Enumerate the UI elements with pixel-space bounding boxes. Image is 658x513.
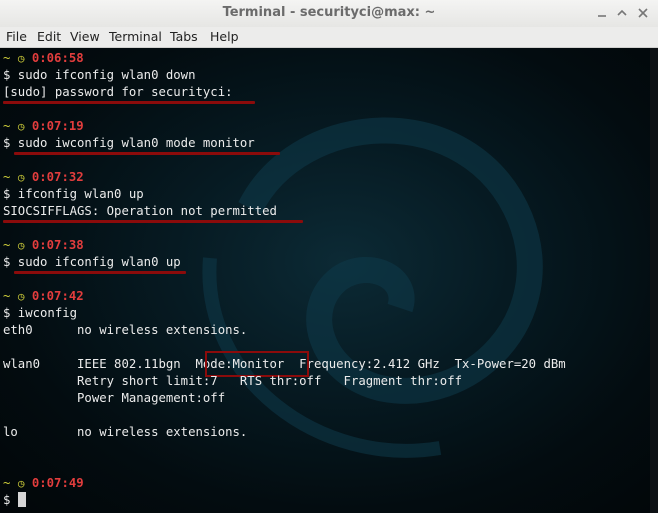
output-line: Power Management:off <box>3 391 226 405</box>
terminal-window: Terminal - securityci@max: ~ File Edit V… <box>0 0 658 513</box>
terminal-area[interactable]: ~ ◷ 0:06:58 $ sudo ifconfig wlan0 down [… <box>0 48 658 513</box>
prompt-line: ~ ◷ 0:07:49 <box>3 476 84 490</box>
highlight-underline <box>14 152 280 155</box>
maximize-icon[interactable] <box>614 5 630 21</box>
output-line: lo no wireless extensions. <box>3 425 248 439</box>
menu-help[interactable]: Help <box>210 29 239 44</box>
prompt-line: ~ ◷ 0:07:32 <box>3 170 84 184</box>
timestamp: 0:07:32 <box>31 170 84 184</box>
timestamp: 0:06:58 <box>31 51 84 65</box>
prompt-line: ~ ◷ 0:06:58 <box>3 51 84 65</box>
scrollbar[interactable] <box>650 48 658 513</box>
timestamp: 0:07:19 <box>31 119 84 133</box>
background-swirl <box>202 117 543 458</box>
output-line: SIOCSIFFLAGS: Operation not permitted <box>3 204 277 218</box>
timestamp: 0:07:49 <box>31 476 84 490</box>
command-line: $ iwconfig <box>3 306 78 320</box>
window-title: Terminal - securityci@max: ~ <box>222 5 436 20</box>
output-line: [sudo] password for securityci: <box>3 85 233 99</box>
clock-icon: ◷ <box>17 52 25 65</box>
clock-icon: ◷ <box>17 239 25 252</box>
input-line[interactable]: $ <box>3 492 26 509</box>
output-line: eth0 no wireless extensions. <box>3 323 248 337</box>
timestamp: 0:07:38 <box>31 238 84 252</box>
command-line: $ sudo ifconfig wlan0 down <box>3 68 196 82</box>
clock-icon: ◷ <box>17 290 25 303</box>
text-cursor <box>17 492 26 507</box>
output-line: Retry short limit:7 RTS thr:off Fragment… <box>3 374 463 388</box>
clock-icon: ◷ <box>17 171 25 184</box>
clock-icon: ◷ <box>17 477 25 490</box>
highlight-underline <box>3 101 255 104</box>
menu-file[interactable]: File <box>6 29 27 44</box>
menu-terminal[interactable]: Terminal <box>109 29 162 44</box>
highlight-underline <box>14 271 186 274</box>
command-line: $ ifconfig wlan0 up <box>3 187 144 201</box>
timestamp: 0:07:42 <box>31 289 84 303</box>
menu-edit[interactable]: Edit <box>37 29 61 44</box>
command-line: $ sudo ifconfig wlan0 up <box>3 255 181 269</box>
clock-icon: ◷ <box>17 120 25 133</box>
highlight-underline <box>3 220 303 223</box>
prompt-line: ~ ◷ 0:07:38 <box>3 238 84 252</box>
close-icon[interactable] <box>635 5 651 21</box>
prompt-line: ~ ◷ 0:07:42 <box>3 289 84 303</box>
prompt-line: ~ ◷ 0:07:19 <box>3 119 84 133</box>
menu-bar: File Edit View Terminal Tabs Help <box>0 27 658 48</box>
minimize-icon[interactable] <box>594 5 610 21</box>
menu-tabs[interactable]: Tabs <box>170 29 198 44</box>
command-line: $ sudo iwconfig wlan0 mode monitor <box>3 136 255 150</box>
title-bar[interactable]: Terminal - securityci@max: ~ <box>0 0 658 28</box>
menu-view[interactable]: View <box>70 29 100 44</box>
